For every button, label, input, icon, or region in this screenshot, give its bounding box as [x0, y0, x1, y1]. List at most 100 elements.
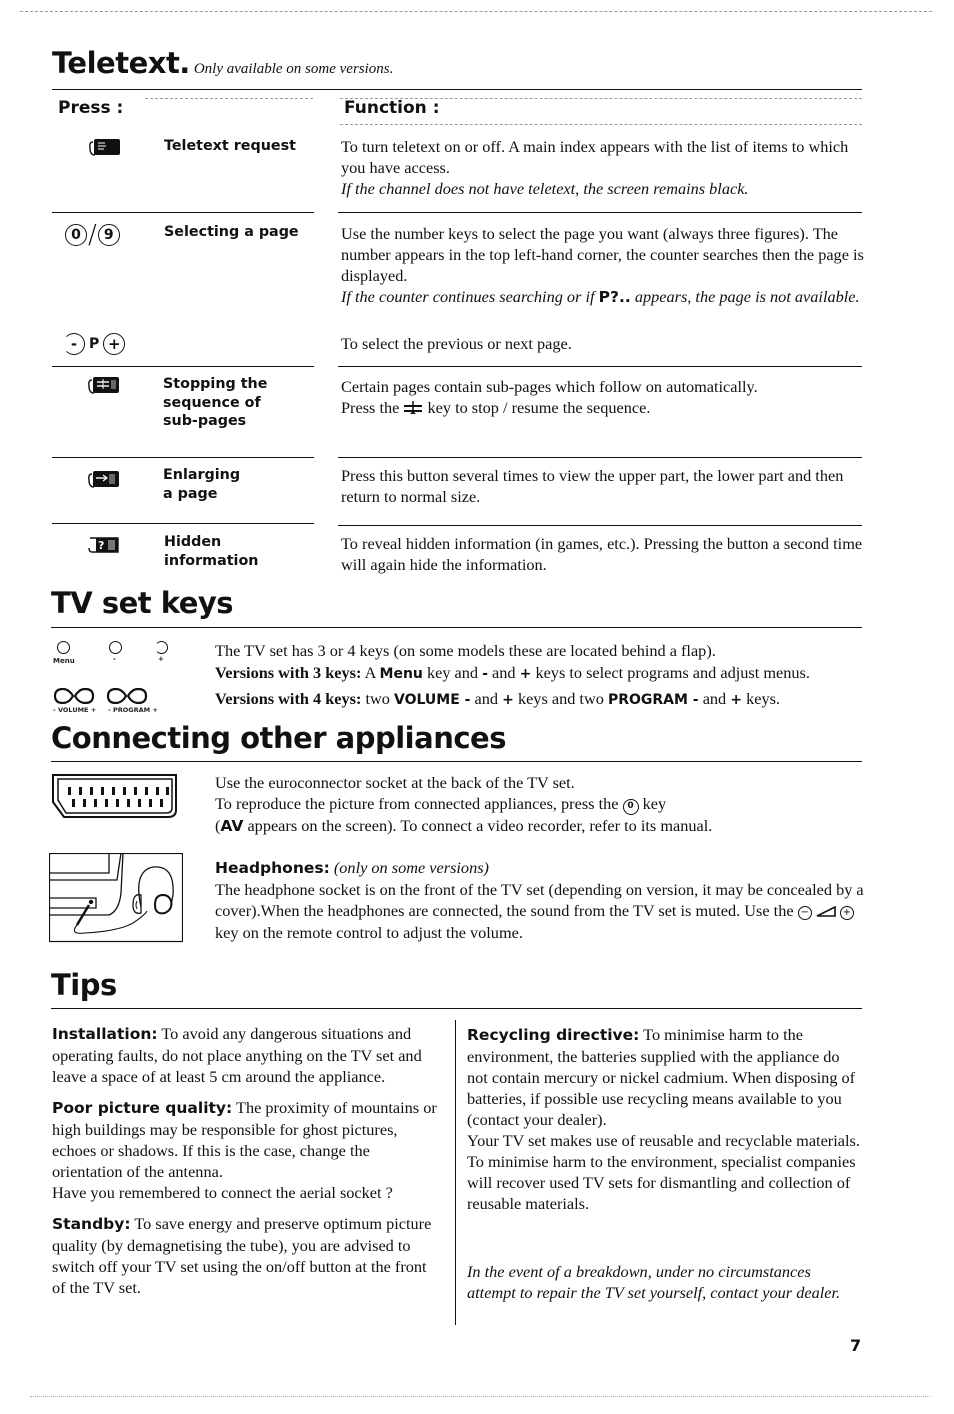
- label-line: sub-pages: [163, 413, 247, 429]
- tip-label: Poor picture quality:: [52, 1099, 233, 1117]
- euro-line-1: Use the euroconnector socket at the back…: [215, 773, 575, 792]
- plus-keyword: +: [519, 666, 532, 682]
- svg-text:?: ?: [98, 539, 104, 552]
- euro-line-2: To reproduce the picture from connected …: [215, 793, 865, 815]
- text-fragment: keys to select programs and adjust menus…: [535, 663, 810, 682]
- label-line: sequence of: [163, 394, 261, 411]
- headphones-description: Headphones: (only on some versions) The …: [215, 857, 865, 943]
- row-divider-right: [338, 366, 862, 367]
- stopping-subpages-text2-a: Press the: [341, 398, 400, 417]
- four-keys-shapes: [53, 688, 148, 704]
- minus-key-circle: [109, 641, 122, 654]
- tips-rule: [51, 1008, 862, 1009]
- text-fragment: two: [365, 689, 390, 708]
- headphones-note: (only on some versions): [333, 858, 489, 877]
- text-fragment: To reproduce the picture from connected …: [215, 794, 619, 813]
- teletext-request-text: To turn teletext on or off. A main index…: [341, 137, 849, 177]
- row-divider-left: [52, 523, 314, 524]
- function-header-dotted-rule-bottom: [340, 124, 862, 125]
- volume-keys-label: - VOLUME +: [53, 706, 97, 714]
- label-line: a page: [163, 485, 218, 502]
- text-fragment: key and: [426, 663, 479, 682]
- euroconnector-socket-icon: [50, 772, 180, 825]
- digit-9-key: 9: [97, 224, 120, 246]
- tip-standby: Standby: To save energy and preserve opt…: [52, 1213, 444, 1298]
- euro-line-3: (AV appears on the screen). To connect a…: [215, 815, 865, 837]
- text-fragment: and: [702, 689, 727, 708]
- volume-minus-icon: −: [797, 905, 812, 920]
- row-divider-left: [52, 366, 314, 367]
- reveal-hidden-key-icon: ?: [88, 536, 120, 558]
- text-fragment: keys and two: [517, 689, 604, 708]
- label-line: Stopping the: [163, 376, 268, 392]
- headphones-header: Headphones: (only on some versions): [215, 857, 865, 879]
- text-fragment: and: [492, 663, 516, 682]
- stopping-subpages-label: Stopping the sequence of sub-pages: [163, 375, 267, 431]
- tip-poor-picture-quality: Poor picture quality: The proximity of m…: [52, 1097, 444, 1203]
- breakdown-warning: In the event of a breakdown, under no ci…: [467, 1261, 862, 1303]
- enlarging-page-label: Enlarging a page: [163, 466, 240, 503]
- stopping-subpages-description: Certain pages contain sub-pages which fo…: [341, 376, 866, 420]
- plus-key-circle: [155, 641, 168, 654]
- row-divider-left: [52, 212, 314, 213]
- three-keys-lead: Versions with 3 keys:: [215, 663, 362, 682]
- tips-left-column: Installation: To avoid any dangerous sit…: [52, 1023, 444, 1298]
- function-header-dotted-rule-top: [340, 98, 862, 99]
- program-keyword: PROGRAM -: [607, 692, 699, 708]
- tv-keys-line-1: The TV set has 3 or 4 keys (on some mode…: [215, 641, 716, 660]
- tips-title: Tips: [51, 968, 117, 1002]
- teletext-request-label: Teletext request: [164, 138, 296, 154]
- tip-extra: Have you remembered to connect the aeria…: [52, 1183, 393, 1202]
- teletext-request-description: To turn teletext on or off. A main index…: [341, 136, 866, 199]
- program-p-label: P: [89, 336, 100, 352]
- stopping-subpages-text: Certain pages contain sub-pages which fo…: [341, 377, 758, 396]
- scan-artifact-bottom: [30, 1396, 930, 1397]
- tip-installation: Installation: To avoid any dangerous sit…: [52, 1023, 444, 1087]
- hidden-information-label: Hidden information: [164, 533, 258, 570]
- tip-label: Standby:: [52, 1215, 131, 1233]
- teletext-subtitle: Only available on some versions.: [193, 61, 394, 77]
- program-minus-key: -: [63, 333, 85, 355]
- headphones-text: The headphone socket is on the front of …: [215, 879, 865, 943]
- function-header: Function :: [344, 98, 440, 118]
- press-header: Press :: [58, 98, 124, 118]
- stop-subpages-key-icon: [88, 377, 120, 399]
- press-header-dotted-rule: [145, 98, 313, 99]
- teletext-rule: [52, 89, 862, 90]
- hold-key-icon: [403, 399, 423, 420]
- headphones-illustration: [48, 852, 184, 948]
- tv-keys-line-2: Versions with 3 keys: A Menu key and - a…: [215, 662, 810, 685]
- page-number: 7: [850, 1336, 862, 1355]
- stopping-subpages-text2-b: key to stop / resume the sequence.: [427, 398, 651, 417]
- menu-key-circle: [57, 641, 70, 654]
- av-keyword: AV: [220, 816, 244, 835]
- selecting-page-note-a: If the counter continues searching or if: [341, 287, 595, 306]
- euroconnector-description: Use the euroconnector socket at the back…: [215, 772, 865, 837]
- tips-column-divider: [455, 1020, 456, 1325]
- row-divider-right: [338, 525, 862, 526]
- plus-keyword: +: [502, 692, 514, 708]
- label-line: Enlarging: [163, 467, 241, 483]
- program-minus-plus-keys-icon: - P +: [63, 333, 126, 355]
- tip-recycling: Recycling directive: To minimise harm to…: [467, 1024, 862, 1214]
- text-fragment: appears on the screen). To connect a vid…: [247, 815, 713, 835]
- program-plus-key: +: [103, 333, 126, 355]
- text-fragment: key: [642, 794, 667, 813]
- text-fragment: The headphone socket is on the front of …: [215, 880, 864, 920]
- selecting-page-description: Use the number keys to select the page y…: [341, 223, 866, 308]
- program-keys-label: - PROGRAM +: [108, 706, 158, 714]
- text-fragment: and: [474, 689, 499, 708]
- tip-text-2: Your TV set makes use of reusable and re…: [467, 1131, 860, 1213]
- program-keys-description: To select the previous or next page.: [341, 334, 572, 353]
- connecting-rule: [51, 761, 862, 762]
- tv-keys-line-3: Versions with 4 keys: two VOLUME - and +…: [215, 688, 780, 711]
- text-fragment: keys.: [746, 689, 781, 708]
- selecting-page-label: Selecting a page: [164, 224, 299, 240]
- av-key-0-icon: 0: [622, 798, 639, 815]
- page-not-available-indicator: P?..: [598, 288, 631, 306]
- teletext-title: Teletext.: [52, 46, 190, 80]
- tips-right-column: Recycling directive: To minimise harm to…: [467, 1024, 862, 1214]
- warning-text: In the event of a breakdown, under no ci…: [467, 1262, 841, 1302]
- digit-0-key: 0: [65, 224, 87, 246]
- row-divider-right: [338, 212, 862, 213]
